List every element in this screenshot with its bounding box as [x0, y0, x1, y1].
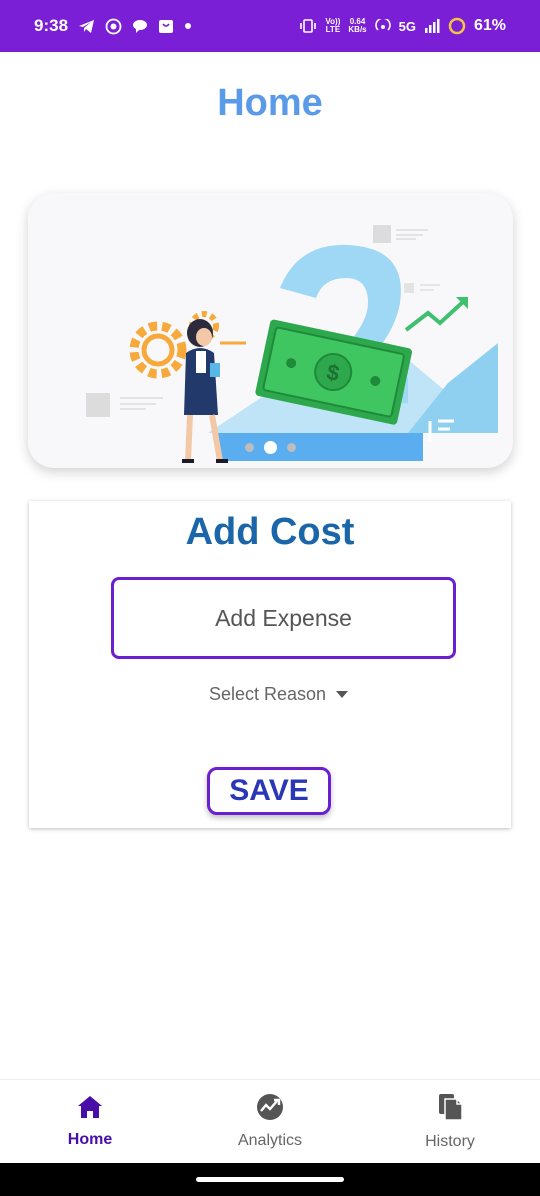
shopping-bag-icon: [158, 18, 174, 34]
reason-label: Select Reason: [209, 683, 327, 704]
status-bar: 9:38 Vo)) LTE 0.64 KB/s 5G 61%: [0, 0, 540, 52]
expense-input[interactable]: [111, 577, 456, 659]
nav-label-analytics: Analytics: [237, 1132, 303, 1149]
banner-carousel[interactable]: $: [28, 193, 513, 468]
battery-level: 61%: [473, 17, 506, 34]
analytics-icon: [255, 1093, 285, 1126]
chat-bubble-icon: [132, 19, 148, 34]
status-right: Vo)) LTE 0.64 KB/s 5G 61%: [299, 17, 506, 35]
carousel-dots: [28, 441, 513, 454]
nav-item-history[interactable]: History: [360, 1092, 540, 1151]
nav-item-analytics[interactable]: Analytics: [180, 1093, 360, 1150]
nav-label-home: Home: [67, 1131, 113, 1148]
network-type: 5G: [398, 18, 416, 34]
carousel-dot-2[interactable]: [264, 441, 277, 454]
system-gesture-bar: [0, 1163, 540, 1196]
home-icon: [76, 1094, 104, 1125]
nav-label-history: History: [425, 1133, 475, 1150]
network-speed: 0.64 KB/s: [348, 18, 366, 34]
add-cost-title: Add Cost: [185, 511, 355, 553]
whatsapp-icon: [105, 18, 122, 35]
dropdown-arrow-icon: [336, 690, 349, 698]
status-time: 9:38: [34, 16, 69, 35]
volte-bottom: LTE: [325, 25, 341, 34]
history-icon: [436, 1092, 464, 1127]
telegram-icon: [78, 19, 95, 34]
volte-indicator: Vo)) LTE: [325, 18, 340, 34]
banner-illustration: $: [86, 225, 498, 463]
gesture-handle[interactable]: [196, 1177, 344, 1182]
status-left: 9:38: [34, 16, 192, 36]
page-title: Home: [217, 82, 323, 124]
reason-dropdown[interactable]: Select Reason: [209, 681, 349, 707]
speed-unit: KB/s: [348, 25, 367, 34]
notification-dot-icon: [184, 22, 192, 30]
carousel-dot-1[interactable]: [245, 443, 254, 452]
bottom-nav: Home Analytics History: [0, 1079, 540, 1163]
vibrate-icon: [299, 19, 317, 33]
hotspot-icon: [374, 19, 391, 33]
save-button[interactable]: SAVE: [207, 767, 331, 815]
carousel-dot-3[interactable]: [287, 443, 296, 452]
signal-icon: [424, 19, 440, 33]
add-cost-card: Add Cost Select Reason SAVE: [29, 501, 511, 828]
nav-item-home[interactable]: Home: [0, 1094, 180, 1149]
battery-ring-icon: [448, 17, 466, 35]
